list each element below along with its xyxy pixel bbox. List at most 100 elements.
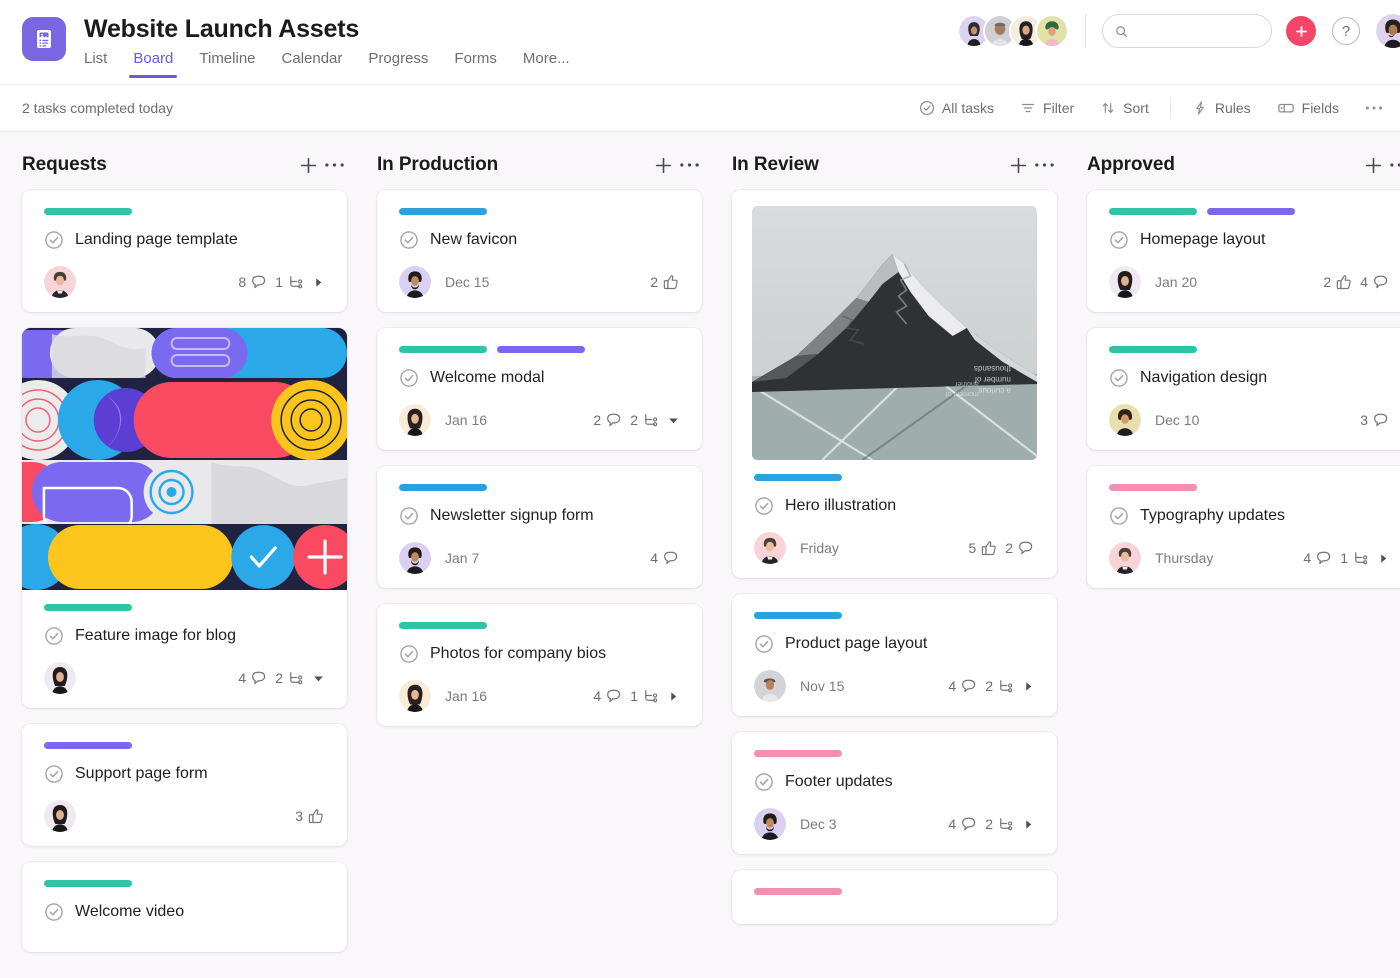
tab-board[interactable]: Board bbox=[133, 50, 173, 78]
add-card-button[interactable] bbox=[1005, 152, 1031, 178]
column-menu-button[interactable] bbox=[676, 152, 702, 178]
check-circle-icon[interactable] bbox=[44, 764, 64, 784]
column-menu-button[interactable] bbox=[321, 152, 347, 178]
task-card[interactable]: Typography updates Thursday 4 1 bbox=[1087, 466, 1400, 588]
like-count[interactable]: 3 bbox=[295, 807, 325, 825]
tab-forms[interactable]: Forms bbox=[454, 50, 497, 78]
due-date[interactable]: Jan 20 bbox=[1155, 274, 1197, 290]
column-menu-button[interactable] bbox=[1386, 152, 1400, 178]
subtask-count[interactable]: 2 bbox=[630, 411, 660, 429]
task-card[interactable]: New favicon Dec 15 2 bbox=[377, 190, 702, 312]
check-circle-icon[interactable] bbox=[1109, 506, 1129, 526]
expand-right-icon[interactable] bbox=[1377, 552, 1390, 565]
expand-right-icon[interactable] bbox=[1022, 818, 1035, 831]
tab-timeline[interactable]: Timeline bbox=[199, 50, 255, 78]
task-card[interactable]: Navigation design Dec 10 3 bbox=[1087, 328, 1400, 450]
comment-count[interactable]: 4 bbox=[1303, 549, 1333, 567]
column-menu-button[interactable] bbox=[1031, 152, 1057, 178]
check-circle-icon[interactable] bbox=[1109, 230, 1129, 250]
rules-button[interactable]: Rules bbox=[1179, 100, 1264, 116]
check-circle-icon[interactable] bbox=[44, 626, 64, 646]
add-card-button[interactable] bbox=[295, 152, 321, 178]
search-field[interactable] bbox=[1136, 24, 1259, 39]
expand-right-icon[interactable] bbox=[312, 276, 325, 289]
task-card[interactable]: Landing page template 8 1 bbox=[22, 190, 347, 312]
check-circle-icon[interactable] bbox=[754, 634, 774, 654]
comment-count[interactable]: 4 bbox=[238, 669, 268, 687]
assignee-avatar[interactable] bbox=[399, 404, 431, 436]
check-circle-icon[interactable] bbox=[1109, 368, 1129, 388]
subtask-count[interactable]: 2 bbox=[985, 815, 1015, 833]
like-count[interactable]: 2 bbox=[1323, 273, 1353, 291]
expand-right-icon[interactable] bbox=[1022, 680, 1035, 693]
comment-count[interactable]: 2 bbox=[1005, 539, 1035, 557]
due-date[interactable]: Jan 16 bbox=[445, 412, 487, 428]
tab-more[interactable]: More... bbox=[523, 50, 570, 78]
check-circle-icon[interactable] bbox=[754, 496, 774, 516]
subtask-count[interactable]: 1 bbox=[275, 273, 305, 291]
due-date[interactable]: Dec 3 bbox=[800, 816, 837, 832]
check-circle-icon[interactable] bbox=[399, 230, 419, 250]
assignee-avatar[interactable] bbox=[399, 680, 431, 712]
expand-right-icon[interactable] bbox=[667, 690, 680, 703]
due-date[interactable]: Dec 15 bbox=[445, 274, 489, 290]
avatar[interactable] bbox=[1035, 14, 1069, 48]
due-date[interactable]: Jan 7 bbox=[445, 550, 479, 566]
add-card-button[interactable] bbox=[1360, 152, 1386, 178]
comment-count[interactable]: 4 bbox=[1360, 273, 1390, 291]
filter-button[interactable]: Filter bbox=[1007, 100, 1087, 116]
task-card[interactable]: Feature image for blog 4 2 bbox=[22, 328, 347, 708]
assignee-avatar[interactable] bbox=[44, 662, 76, 694]
tab-list[interactable]: List bbox=[84, 50, 107, 78]
assignee-avatar[interactable] bbox=[1109, 404, 1141, 436]
expand-down-icon[interactable] bbox=[312, 672, 325, 685]
comment-count[interactable]: 4 bbox=[593, 687, 623, 705]
expand-down-icon[interactable] bbox=[667, 414, 680, 427]
task-card[interactable]: Support page form 3 bbox=[22, 724, 347, 846]
comment-count[interactable]: 8 bbox=[238, 273, 268, 291]
task-card[interactable]: Homepage layout Jan 20 2 4 bbox=[1087, 190, 1400, 312]
subtask-count[interactable]: 2 bbox=[275, 669, 305, 687]
assignee-avatar[interactable] bbox=[754, 532, 786, 564]
assignee-avatar[interactable] bbox=[754, 808, 786, 840]
member-avatar-stack[interactable] bbox=[957, 14, 1069, 48]
check-circle-icon[interactable] bbox=[399, 368, 419, 388]
task-card[interactable]: Photos for company bios Jan 16 4 1 bbox=[377, 604, 702, 726]
tab-calendar[interactable]: Calendar bbox=[282, 50, 343, 78]
due-date[interactable]: Dec 10 bbox=[1155, 412, 1199, 428]
due-date[interactable]: Thursday bbox=[1155, 550, 1213, 566]
comment-count[interactable]: 3 bbox=[1360, 411, 1390, 429]
comment-count[interactable]: 4 bbox=[948, 677, 978, 695]
due-date[interactable]: Nov 15 bbox=[800, 678, 844, 694]
task-card[interactable]: Newsletter signup form Jan 7 4 bbox=[377, 466, 702, 588]
assignee-avatar[interactable] bbox=[399, 266, 431, 298]
check-circle-icon[interactable] bbox=[399, 506, 419, 526]
comment-count[interactable]: 2 bbox=[593, 411, 623, 429]
current-user-avatar[interactable] bbox=[1376, 14, 1400, 48]
all-tasks-button[interactable]: All tasks bbox=[906, 100, 1007, 116]
assignee-avatar[interactable] bbox=[754, 670, 786, 702]
comment-count[interactable]: 4 bbox=[650, 549, 680, 567]
task-card[interactable]: Product page layout Nov 15 4 2 bbox=[732, 594, 1057, 716]
check-circle-icon[interactable] bbox=[399, 644, 419, 664]
comment-count[interactable]: 4 bbox=[948, 815, 978, 833]
subtask-count[interactable]: 1 bbox=[1340, 549, 1370, 567]
check-circle-icon[interactable] bbox=[44, 230, 64, 250]
task-card[interactable]: Welcome modal Jan 16 2 2 bbox=[377, 328, 702, 450]
assignee-avatar[interactable] bbox=[44, 800, 76, 832]
task-card[interactable]: a curiousnumber ofthousands moment ofano… bbox=[732, 190, 1057, 578]
task-card[interactable]: Welcome video bbox=[22, 862, 347, 952]
assignee-avatar[interactable] bbox=[399, 542, 431, 574]
tab-progress[interactable]: Progress bbox=[368, 50, 428, 78]
subtask-count[interactable]: 1 bbox=[630, 687, 660, 705]
check-circle-icon[interactable] bbox=[754, 772, 774, 792]
fields-button[interactable]: Fields bbox=[1264, 100, 1352, 116]
add-button[interactable] bbox=[1286, 16, 1316, 46]
toolbar-overflow-button[interactable] bbox=[1352, 105, 1396, 111]
sort-button[interactable]: Sort bbox=[1087, 100, 1162, 116]
assignee-avatar[interactable] bbox=[1109, 542, 1141, 574]
assignee-avatar[interactable] bbox=[44, 266, 76, 298]
search-input[interactable] bbox=[1102, 14, 1272, 48]
task-card[interactable]: Footer updates Dec 3 4 2 bbox=[732, 732, 1057, 854]
like-count[interactable]: 2 bbox=[650, 273, 680, 291]
